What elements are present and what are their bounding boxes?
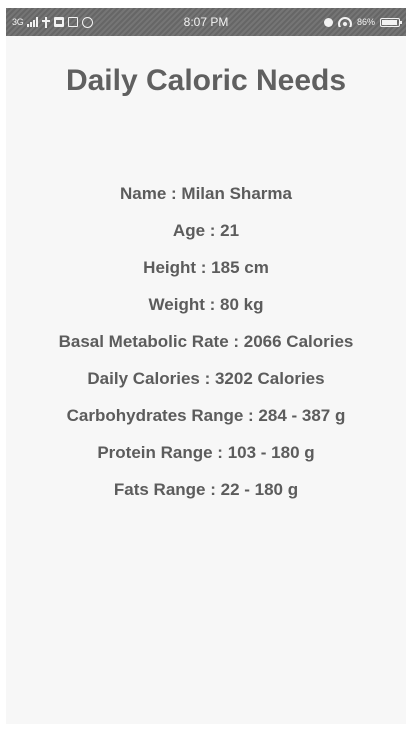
detail-daily-calories: Daily Calories : 3202 Calories	[87, 369, 325, 388]
detail-age: Age : 21	[172, 221, 240, 240]
wifi-icon	[337, 17, 352, 27]
detail-fats-range: Fats Range : 22 - 180 g	[113, 480, 299, 499]
detail-bmr: Basal Metabolic Rate : 2066 Calories	[58, 332, 354, 351]
alarm-icon	[323, 17, 333, 27]
detail-carbohydrates-range: Carbohydrates Range : 284 - 387 g	[66, 406, 346, 425]
app-screen: 3G 8:07 PM 86% Daily Caloric Needs Name …	[6, 8, 406, 724]
detail-height: Height : 185 cm	[143, 258, 269, 277]
battery-icon	[380, 17, 402, 27]
battery-percentage: 86%	[356, 17, 375, 27]
detail-protein-range: Protein Range : 103 - 180 g	[97, 443, 315, 462]
status-bar-right: 86%	[323, 14, 402, 30]
caloric-details-list: Name : Milan Sharma Age : 21 Height : 18…	[6, 184, 406, 517]
page-title: Daily Caloric Needs	[65, 64, 347, 97]
detail-weight: Weight : 80 kg	[148, 295, 264, 314]
status-bar: 3G 8:07 PM 86%	[6, 8, 406, 36]
detail-name: Name : Milan Sharma	[120, 184, 292, 203]
